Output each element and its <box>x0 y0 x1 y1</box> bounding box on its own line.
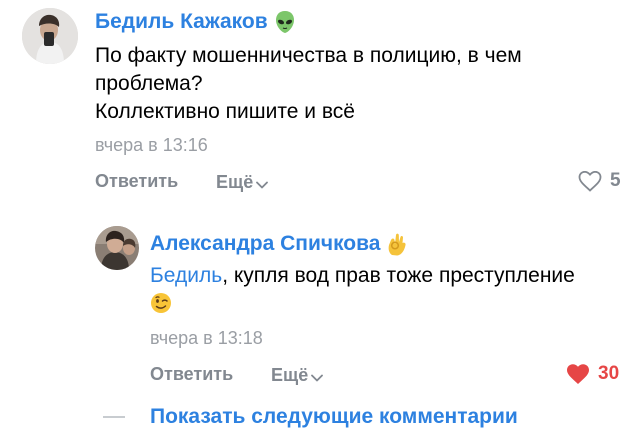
like-count: 5 <box>610 170 621 191</box>
thread-divider <box>103 416 125 418</box>
reply-comment: Александра Спичкова Бедиль, купля вод пр… <box>0 200 640 400</box>
heart-filled-icon <box>566 363 598 385</box>
winking-face-emoji <box>150 290 575 322</box>
author-name[interactable]: Бедиль Кажаков <box>95 10 296 34</box>
more-button[interactable]: Ещё <box>271 364 324 387</box>
chevron-down-icon <box>256 173 269 194</box>
ok-hand-emoji <box>386 232 408 256</box>
comment-text-line: По факту мошенничества в полицию, в чем <box>95 44 522 67</box>
comment-timestamp[interactable]: вчера в 13:16 <box>95 135 208 156</box>
heart-outline-icon <box>578 170 610 192</box>
comment: Бедиль Кажаков По факту мошенничества в … <box>0 0 640 200</box>
comment-text: По факту мошенничества в полицию, в чем … <box>95 42 522 126</box>
like-button[interactable]: 30 <box>566 363 619 385</box>
more-button[interactable]: Ещё <box>216 171 269 194</box>
comment-text: Бедиль, купля вод прав тоже преступление <box>150 262 575 322</box>
comment-timestamp[interactable]: вчера в 13:18 <box>150 328 263 349</box>
reply-button[interactable]: Ответить <box>150 364 233 385</box>
alien-emoji <box>274 10 296 34</box>
mention-link[interactable]: Бедиль <box>150 264 222 287</box>
comment-text-line: Бедиль, купля вод прав тоже преступление <box>150 262 575 290</box>
like-count: 30 <box>598 363 620 384</box>
author-name[interactable]: Александра Спичкова <box>150 232 408 256</box>
like-button[interactable]: 5 <box>578 170 621 192</box>
chevron-down-icon <box>311 366 324 387</box>
comment-text-line: Коллективно пишите и всё <box>95 100 355 123</box>
comment-text-content: , купля вод прав тоже преступление <box>222 264 575 287</box>
avatar[interactable] <box>95 226 139 270</box>
reply-button[interactable]: Ответить <box>95 171 178 192</box>
show-more-comments-button[interactable]: Показать следующие комментарии <box>150 405 518 429</box>
comment-text-line: проблема? <box>95 72 203 95</box>
avatar[interactable] <box>22 8 78 64</box>
